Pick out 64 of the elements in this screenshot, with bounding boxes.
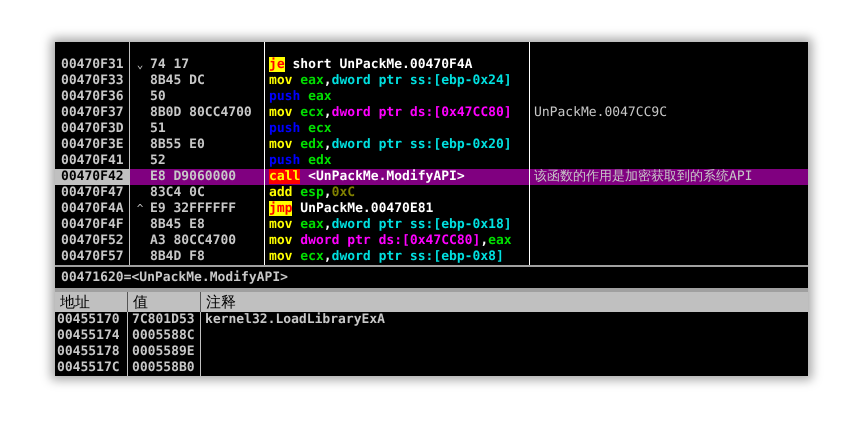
value-cell: 0005588C [128, 328, 201, 344]
hex-cell: E9 32FFFFFF [150, 201, 236, 217]
address-cell: 00470F33 [55, 73, 130, 89]
address-cell: 00470F52 [55, 233, 130, 249]
disassembly-row[interactable]: 00470F37 8B0D 80CC4700 mov ecx,dword ptr ds:[0x47CC80] UnPackMe.0047CC9C [55, 105, 808, 121]
address-cell: 00470F42 [55, 169, 130, 185]
instruction-cell: push ecx [265, 121, 530, 137]
instruction-cell: mov dword ptr ds:[0x47CC80],eax [265, 233, 530, 249]
comment-cell: 该函数的作用是加密获取到的系统API [534, 169, 752, 184]
disassembly-row[interactable]: 00470F42 E8 D9060000 call <UnPackMe.ModifyAPI> 该函数的作用是加密获取到的系统API [55, 169, 808, 185]
column-header[interactable]: 值 [128, 292, 201, 312]
instruction-cell: push eax [265, 89, 530, 105]
disassembly-row[interactable]: 00470F36 50 push eax [55, 89, 808, 105]
hex-cell: 50 [150, 89, 166, 105]
address-cell: 00470F47 [55, 185, 130, 201]
value-cell: 7C801D53 [128, 312, 201, 328]
hex-cell: 52 [150, 153, 166, 169]
hex-cell: 74 17 [150, 57, 190, 73]
address-cell: 00470F4F [55, 217, 130, 233]
disassembly-row[interactable]: 00470F57 8B4D F8 mov ecx,dword ptr ss:[ebp-0x8] [55, 249, 808, 265]
hex-cell: 83C4 0C [150, 185, 205, 201]
value-cell: 000558B0 [128, 360, 201, 376]
instruction-cell: mov ecx,dword ptr ds:[0x47CC80] [265, 105, 530, 121]
instruction-cell: jmp UnPackMe.00470E81 [265, 201, 530, 217]
hex-cell: 51 [150, 121, 166, 137]
address-cell: 0045517C [55, 360, 128, 376]
disassembly-row[interactable]: 00470F31 ⌄ 74 17 je short UnPackMe.00470F4A [55, 57, 808, 73]
disassembly-row[interactable]: 00470F52 A3 80CC4700 mov dword ptr ds:[0x47CC80],eax [55, 233, 808, 249]
column-header[interactable]: 地址 [55, 292, 128, 312]
address-cell: 00455174 [55, 328, 128, 344]
address-cell: 00455170 [55, 312, 128, 328]
instruction-cell: mov eax,dword ptr ss:[ebp-0x24] [265, 73, 530, 89]
address-cell: 00470F36 [55, 89, 130, 105]
address-cell: 00470F37 [55, 105, 130, 121]
info-line: 00471620=<UnPackMe.ModifyAPI> [61, 270, 288, 285]
address-cell: 00455178 [55, 344, 128, 360]
jump-mark: ⌄ [136, 58, 144, 71]
disassembly-row[interactable]: 00470F4F 8B45 E8 mov eax,dword ptr ss:[ebp-0x18] [55, 217, 808, 233]
hex-cell: 8B0D 80CC4700 [150, 105, 252, 121]
disassembly-row[interactable]: 00470F3D 51 push ecx [55, 121, 808, 137]
hex-cell: A3 80CC4700 [150, 233, 236, 249]
instruction-cell: mov eax,dword ptr ss:[ebp-0x18] [265, 217, 530, 233]
disassembly-row[interactable]: 00470F4A ^ E9 32FFFFFF jmp UnPackMe.00470E81 [55, 201, 808, 217]
address-cell: 00470F31 [55, 57, 130, 73]
address-cell: 00470F4A [55, 201, 130, 217]
comment-cell: kernel32.LoadLibraryExA [205, 312, 386, 327]
hex-cell: 8B45 E8 [150, 217, 205, 233]
comment-cell: UnPackMe.0047CC9C [534, 105, 668, 120]
hex-cell: E8 D9060000 [150, 169, 236, 185]
instruction-cell: je short UnPackMe.00470F4A [265, 57, 530, 73]
column-header[interactable]: 注释 [201, 292, 808, 312]
disassembly-row[interactable]: 00470F3E 8B55 E0 mov edx,dword ptr ss:[ebp-0x20] [55, 137, 808, 153]
instruction-cell: mov edx,dword ptr ss:[ebp-0x20] [265, 137, 530, 153]
disassembly-row[interactable]: 00470F33 8B45 DC mov eax,dword ptr ss:[ebp-0x24] [55, 73, 808, 89]
value-cell: 0005589E [128, 344, 201, 360]
instruction-cell: mov ecx,dword ptr ss:[ebp-0x8] [265, 249, 530, 265]
hex-cell: 8B4D F8 [150, 249, 205, 265]
address-cell: 00470F3D [55, 121, 130, 137]
hex-cell: 8B45 DC [150, 73, 205, 89]
address-cell: 00470F57 [55, 249, 130, 265]
instruction-cell: call <UnPackMe.ModifyAPI> [265, 169, 530, 185]
address-cell: 00470F3E [55, 137, 130, 153]
hex-cell: 8B55 E0 [150, 137, 205, 153]
jump-mark: ^ [136, 202, 144, 215]
